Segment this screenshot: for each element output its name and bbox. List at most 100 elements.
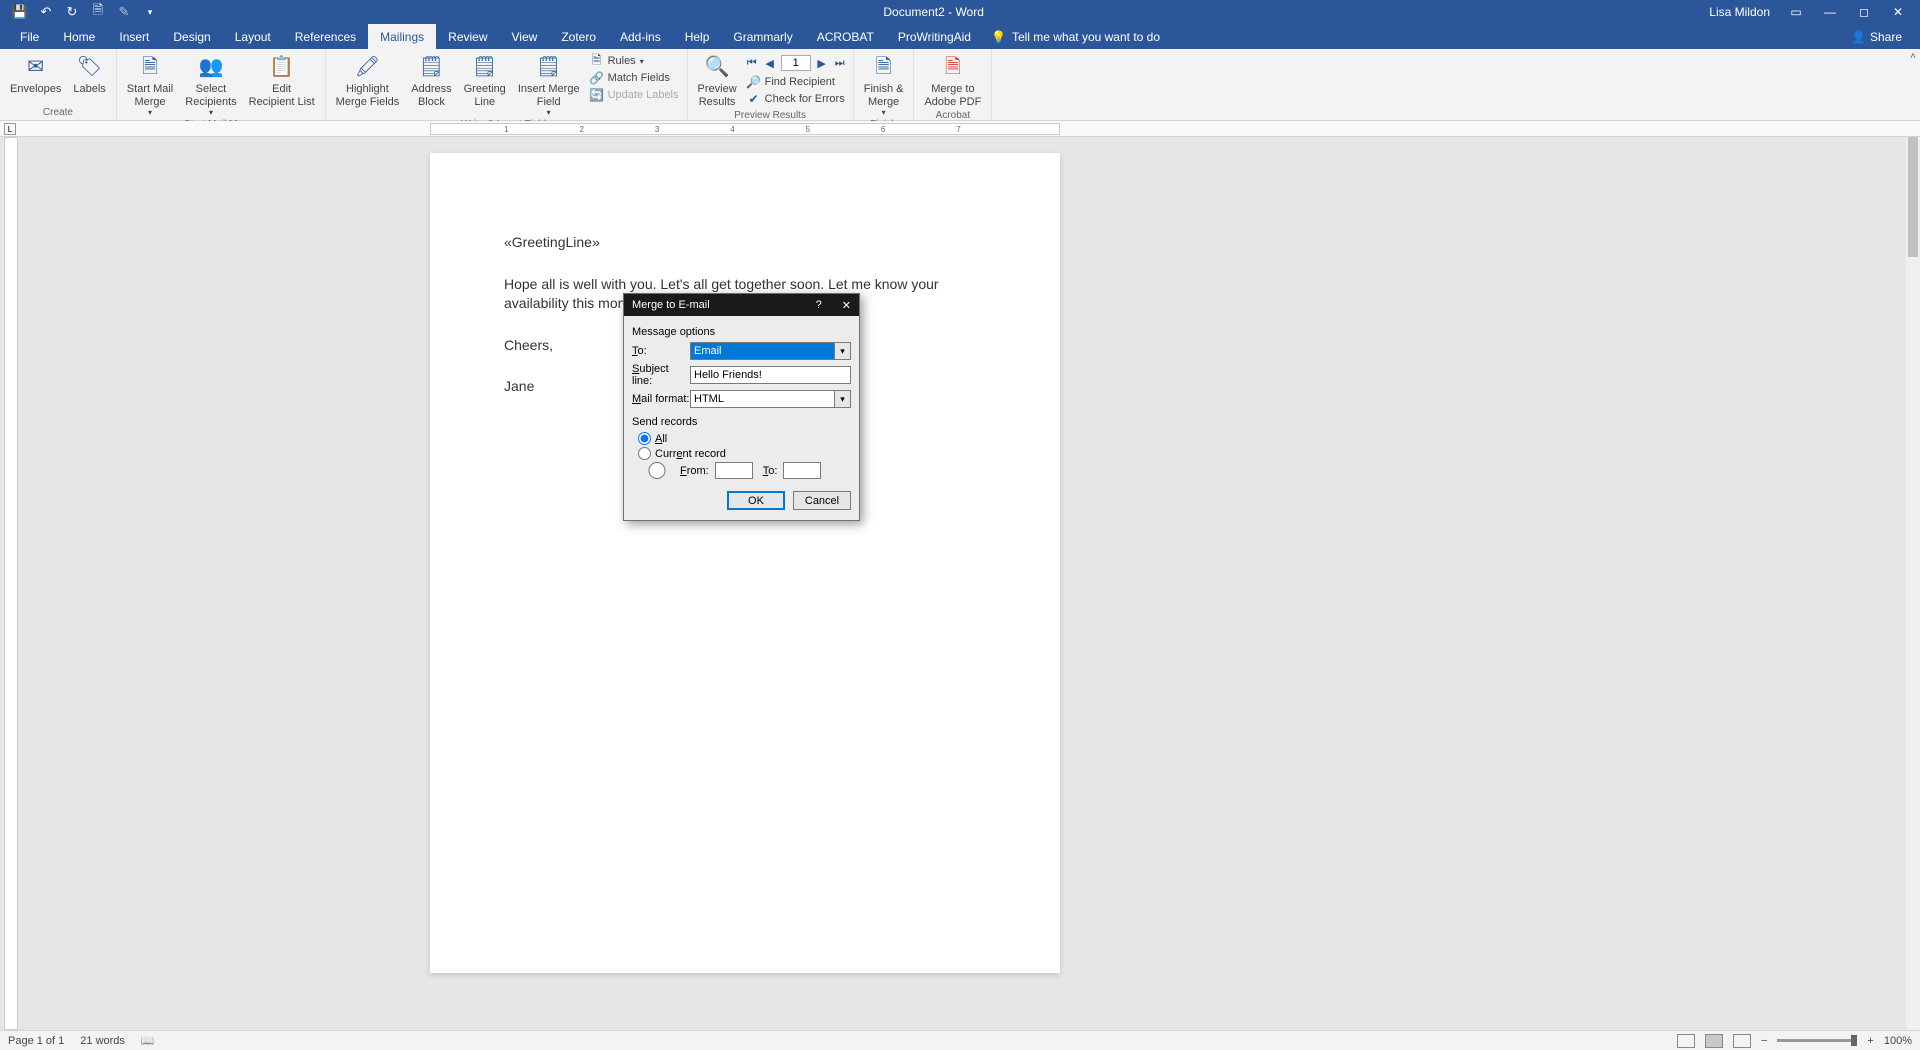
preview-results-button[interactable]: 🔍Preview Results xyxy=(692,51,743,110)
zoom-out-icon[interactable]: − xyxy=(1761,1035,1767,1047)
undo-icon[interactable]: ↶ xyxy=(38,4,54,20)
tab-selector[interactable]: L xyxy=(4,123,16,135)
web-layout-icon[interactable] xyxy=(1733,1034,1751,1048)
new-doc-icon[interactable]: 🗎 xyxy=(90,4,106,20)
next-record-icon[interactable]: ▶ xyxy=(815,56,829,70)
maximize-icon[interactable]: ◻ xyxy=(1856,4,1872,20)
rules-button[interactable]: 🗎Rules▾ xyxy=(586,53,683,69)
envelopes-button[interactable]: ✉Envelopes xyxy=(4,51,67,98)
tab-references[interactable]: References xyxy=(283,24,368,49)
match-fields-button[interactable]: 🔗Match Fields xyxy=(586,70,683,86)
radio-to-label: To: xyxy=(763,465,778,477)
cancel-button[interactable]: Cancel xyxy=(793,491,851,510)
to-input[interactable] xyxy=(783,462,821,479)
help-icon[interactable]: ? xyxy=(816,299,822,311)
subject-input[interactable]: Hello Friends! xyxy=(690,366,851,384)
zoom-in-icon[interactable]: + xyxy=(1867,1035,1873,1047)
from-input[interactable] xyxy=(715,462,753,479)
to-combobox[interactable]: Email ▾ xyxy=(690,342,851,360)
tab-zotero[interactable]: Zotero xyxy=(549,24,608,49)
start-mail-merge-button[interactable]: 🗎Start Mail Merge▾ xyxy=(121,51,179,119)
chevron-down-icon[interactable]: ▾ xyxy=(834,391,850,407)
document-page[interactable]: «GreetingLine» Hope all is well with you… xyxy=(430,153,1060,973)
user-name[interactable]: Lisa Mildon xyxy=(1709,5,1770,19)
spellcheck-icon[interactable]: 📖 xyxy=(141,1034,155,1047)
ribbon: ✉Envelopes 🏷Labels Create 🗎Start Mail Me… xyxy=(0,49,1920,121)
chevron-down-icon: ▾ xyxy=(882,108,886,117)
record-number-input[interactable] xyxy=(781,55,811,71)
radio-from[interactable] xyxy=(638,462,676,479)
save-icon[interactable]: 💾 xyxy=(12,4,28,20)
minimize-icon[interactable]: — xyxy=(1822,4,1838,20)
share-button[interactable]: 👤 Share xyxy=(1851,24,1920,49)
zoom-knob[interactable] xyxy=(1851,1035,1857,1046)
vertical-ruler[interactable] xyxy=(4,137,18,1030)
merge-to-pdf-button[interactable]: 🗎Merge to Adobe PDF xyxy=(918,51,987,110)
chevron-down-icon[interactable]: ▾ xyxy=(834,343,850,359)
tab-acrobat[interactable]: ACROBAT xyxy=(805,24,886,49)
chevron-down-icon: ▾ xyxy=(148,108,152,117)
radio-all-label[interactable]: All xyxy=(655,433,667,445)
lightbulb-icon: 💡 xyxy=(991,30,1006,44)
dialog-titlebar[interactable]: Merge to E-mail ? ✕ xyxy=(624,294,859,316)
chevron-down-icon: ▾ xyxy=(209,108,213,117)
zoom-slider[interactable] xyxy=(1777,1039,1857,1042)
vertical-scrollbar[interactable] xyxy=(1906,137,1920,1030)
tab-help[interactable]: Help xyxy=(673,24,722,49)
page-indicator[interactable]: Page 1 of 1 xyxy=(8,1035,64,1047)
read-mode-icon[interactable] xyxy=(1677,1034,1695,1048)
chevron-down-icon: ▾ xyxy=(547,108,551,117)
radio-current-label[interactable]: Current record xyxy=(655,448,726,460)
redo-icon[interactable]: ↻ xyxy=(64,4,80,20)
check-errors-button[interactable]: ✔Check for Errors xyxy=(743,91,849,107)
tab-addins[interactable]: Add-ins xyxy=(608,24,673,49)
radio-current[interactable] xyxy=(638,447,651,460)
tab-grammarly[interactable]: Grammarly xyxy=(721,24,804,49)
touch-mode-icon[interactable]: ✎ xyxy=(116,4,132,20)
select-recipients-button[interactable]: 👥Select Recipients▾ xyxy=(179,51,242,119)
close-dialog-icon[interactable]: ✕ xyxy=(842,299,851,312)
labels-button[interactable]: 🏷Labels xyxy=(67,51,111,98)
mail-format-combobox[interactable]: HTML ▾ xyxy=(690,390,851,408)
word-count[interactable]: 21 words xyxy=(80,1035,125,1047)
address-block-button[interactable]: 🗒Address Block xyxy=(405,51,457,110)
tab-review[interactable]: Review xyxy=(436,24,499,49)
highlight-icon: 🖍 xyxy=(353,53,381,81)
greeting-line-button[interactable]: 🗒Greeting Line xyxy=(458,51,512,110)
insert-merge-field-button[interactable]: 🗒Insert Merge Field▾ xyxy=(512,51,586,119)
tab-mailings[interactable]: Mailings xyxy=(368,24,436,49)
tab-layout[interactable]: Layout xyxy=(223,24,283,49)
envelope-icon: ✉ xyxy=(22,53,50,81)
finish-merge-button[interactable]: 🗎Finish & Merge▾ xyxy=(858,51,910,119)
ok-button[interactable]: OK xyxy=(727,491,785,510)
tab-design[interactable]: Design xyxy=(161,24,222,49)
ribbon-options-icon[interactable]: ▭ xyxy=(1788,4,1804,20)
print-layout-icon[interactable] xyxy=(1705,1034,1723,1048)
first-record-icon[interactable]: ⏮ xyxy=(745,56,759,70)
last-record-icon[interactable]: ⏭ xyxy=(833,56,847,70)
highlight-merge-fields-button[interactable]: 🖍Highlight Merge Fields xyxy=(330,51,406,110)
ribbon-tabs: File Home Insert Design Layout Reference… xyxy=(0,24,1920,49)
match-icon: 🔗 xyxy=(590,71,604,85)
prev-record-icon[interactable]: ◀ xyxy=(763,56,777,70)
scroll-thumb[interactable] xyxy=(1908,137,1918,257)
tab-file[interactable]: File xyxy=(8,24,51,49)
address-icon: 🗒 xyxy=(417,53,445,81)
tab-view[interactable]: View xyxy=(500,24,550,49)
find-recipient-button[interactable]: 🔎Find Recipient xyxy=(743,74,849,90)
tab-prowritingaid[interactable]: ProWritingAid xyxy=(886,24,983,49)
radio-all[interactable] xyxy=(638,432,651,445)
qat-customize-icon[interactable]: ▾ xyxy=(142,4,158,20)
label-icon: 🏷 xyxy=(76,53,104,81)
horizontal-ruler[interactable]: 1 2 3 4 5 6 7 xyxy=(430,123,1060,135)
tell-me-search[interactable]: 💡 Tell me what you want to do xyxy=(991,24,1160,49)
collapse-ribbon-icon[interactable]: ˄ xyxy=(1906,49,1920,120)
zoom-level[interactable]: 100% xyxy=(1884,1035,1912,1047)
radio-from-label[interactable]: From: xyxy=(680,465,709,477)
edit-recipient-list-button[interactable]: 📋Edit Recipient List xyxy=(243,51,321,110)
close-icon[interactable]: ✕ xyxy=(1890,4,1906,20)
tab-home[interactable]: Home xyxy=(51,24,107,49)
update-labels-button: 🔄Update Labels xyxy=(586,87,683,103)
tab-insert[interactable]: Insert xyxy=(107,24,161,49)
ruler-row: L 1 2 3 4 5 6 7 xyxy=(0,121,1920,137)
